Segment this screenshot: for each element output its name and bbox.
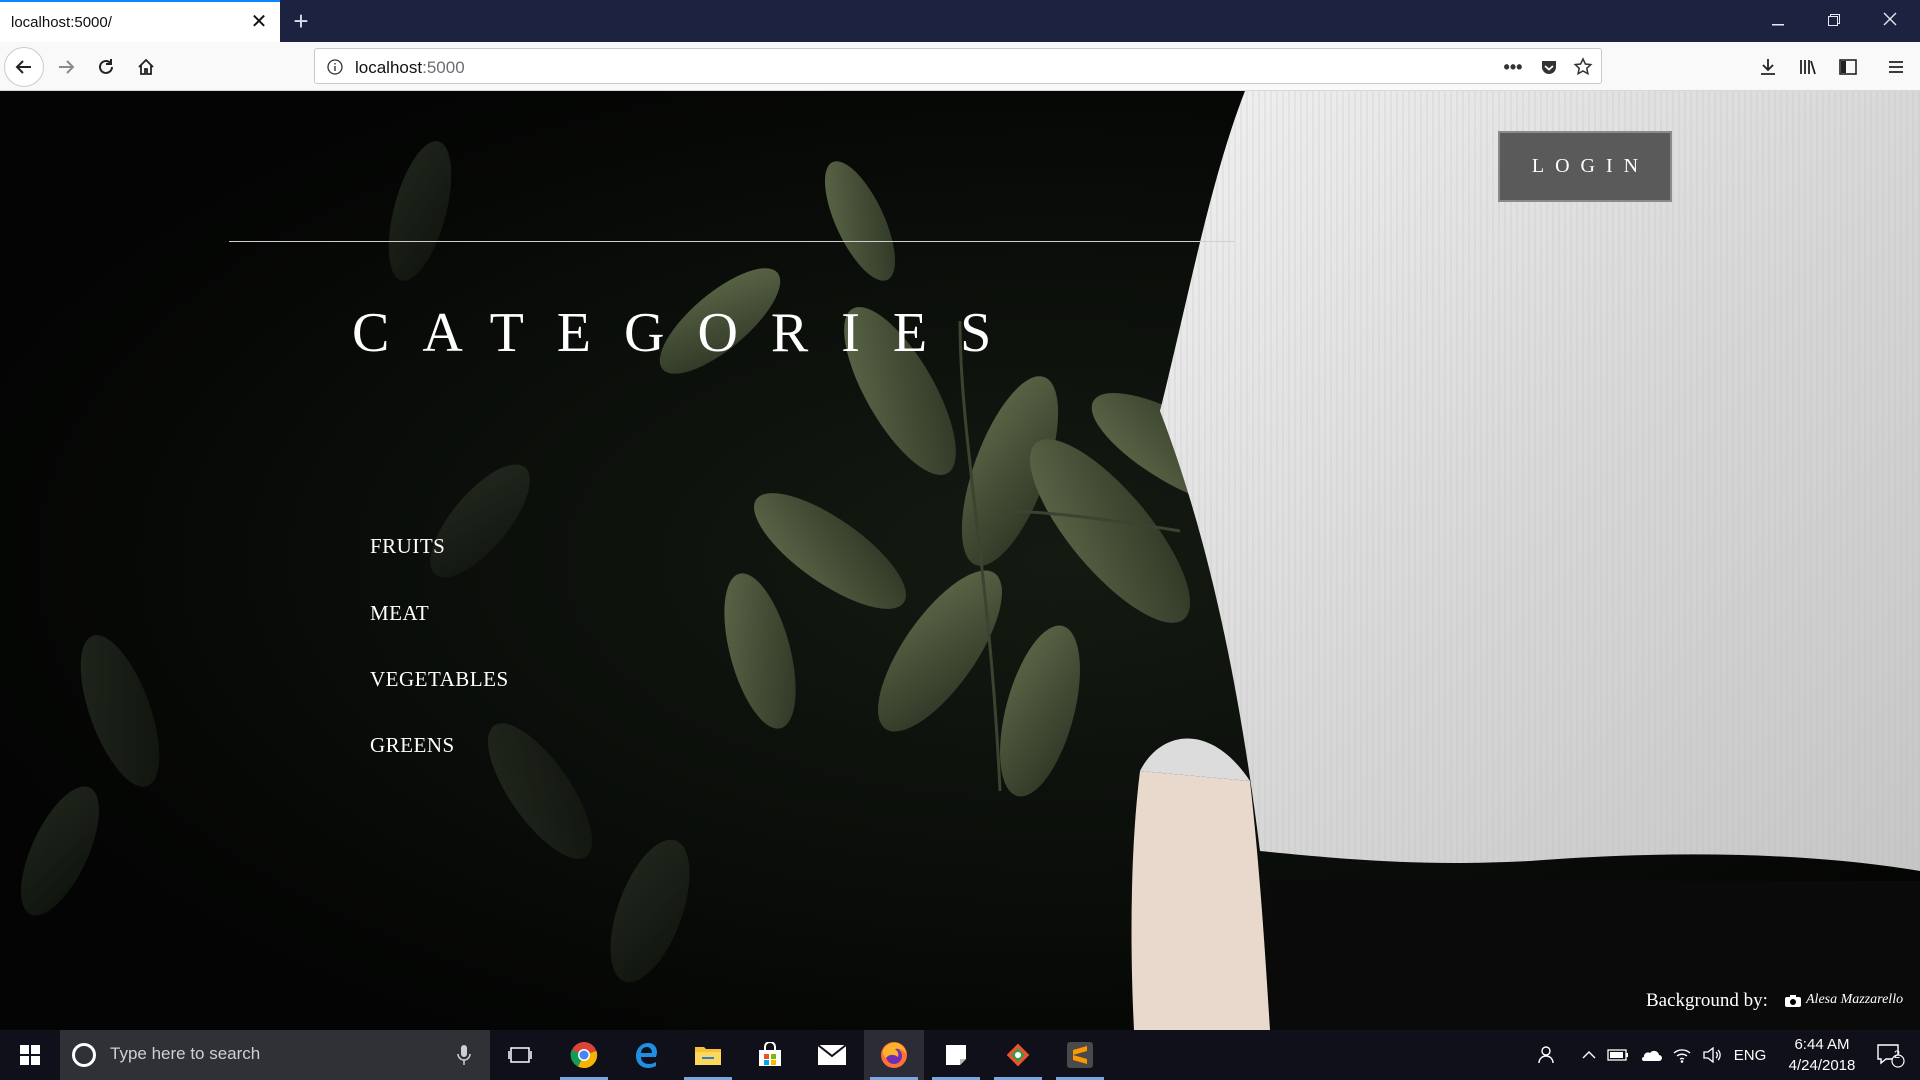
page-actions-icon[interactable]: ••• — [1501, 56, 1525, 78]
page-title: CATEGORIES — [352, 302, 1025, 364]
windows-taskbar: Type here to search ENG 6:44 AM 4/24/201… — [0, 1030, 1920, 1080]
category-link-meat[interactable]: MEAT — [370, 601, 429, 626]
page-viewport: CATEGORIES FRUITS MEAT VEGETABLES GREENS… — [0, 91, 1920, 1030]
menu-icon[interactable] — [1876, 47, 1916, 87]
cortana-icon[interactable] — [72, 1043, 96, 1067]
microphone-icon[interactable] — [456, 1043, 472, 1067]
background-credit-name[interactable]: Alesa Mazzarello — [1806, 992, 1903, 1008]
search-placeholder: Type here to search — [110, 1044, 261, 1063]
git-icon[interactable] — [988, 1030, 1048, 1080]
category-link-fruits[interactable]: FRUITS — [370, 534, 445, 559]
title-divider — [229, 241, 1234, 242]
category-link-vegetables[interactable]: VEGETABLES — [370, 667, 509, 692]
chrome-icon[interactable] — [554, 1030, 614, 1080]
home-icon[interactable] — [126, 47, 166, 87]
downloads-icon[interactable] — [1748, 47, 1788, 87]
tab-title: localhost:5000/ — [11, 14, 112, 31]
category-link-greens[interactable]: GREENS — [370, 733, 455, 758]
library-icon[interactable] — [1788, 47, 1828, 87]
camera-icon — [1785, 995, 1801, 1007]
volume-icon[interactable] — [1698, 1030, 1726, 1080]
url-port: :5000 — [422, 58, 465, 77]
windows-start-icon[interactable] — [0, 1030, 60, 1080]
sublime-text-icon[interactable] — [1050, 1030, 1110, 1080]
url-bar[interactable]: localhost:5000 ••• — [314, 48, 1602, 84]
background-credit-label: Background by: — [1646, 990, 1768, 1011]
taskbar-clock[interactable]: 6:44 AM 4/24/2018 — [1780, 1034, 1864, 1076]
firefox-icon[interactable] — [864, 1030, 924, 1080]
sidebar-icon[interactable] — [1828, 47, 1868, 87]
pocket-icon[interactable] — [1537, 56, 1561, 78]
store-icon[interactable] — [740, 1030, 800, 1080]
tray-chevron-up-icon[interactable] — [1576, 1030, 1602, 1080]
restore-icon[interactable] — [1806, 0, 1862, 42]
task-view-icon[interactable] — [490, 1030, 550, 1080]
minimize-icon[interactable] — [1750, 0, 1806, 42]
background-sweater-image — [1131, 91, 1920, 1030]
notification-count: 2 — [1894, 1049, 1901, 1061]
onedrive-icon[interactable] — [1636, 1030, 1664, 1080]
file-explorer-icon[interactable] — [678, 1030, 738, 1080]
bookmark-star-icon[interactable] — [1571, 56, 1595, 78]
reload-icon[interactable] — [86, 47, 126, 87]
site-info-icon[interactable] — [323, 56, 347, 78]
new-tab-icon[interactable]: + — [285, 6, 317, 36]
browser-tab[interactable]: localhost:5000/ ✕ — [0, 0, 280, 42]
taskbar-search-box[interactable]: Type here to search — [60, 1030, 490, 1080]
back-icon[interactable] — [4, 47, 44, 87]
close-window-icon[interactable] — [1862, 0, 1918, 42]
close-tab-icon[interactable]: ✕ — [248, 11, 270, 33]
people-icon[interactable] — [1530, 1030, 1564, 1080]
browser-tab-bar: localhost:5000/ ✕ + — [0, 0, 1920, 42]
browser-toolbar: localhost:5000 ••• — [0, 42, 1920, 91]
login-button[interactable]: LOGIN — [1498, 131, 1672, 202]
sticky-notes-icon[interactable] — [926, 1030, 986, 1080]
wifi-icon[interactable] — [1668, 1030, 1696, 1080]
language-indicator[interactable]: ENG — [1730, 1030, 1770, 1080]
url-host: localhost — [355, 58, 423, 77]
url-text: localhost:5000 — [355, 58, 465, 78]
battery-icon[interactable] — [1604, 1030, 1632, 1080]
clock-time: 6:44 AM — [1794, 1036, 1850, 1053]
clock-date: 4/24/2018 — [1788, 1057, 1856, 1074]
forward-icon[interactable] — [46, 47, 86, 87]
edge-icon[interactable] — [616, 1030, 676, 1080]
mail-icon[interactable] — [802, 1030, 862, 1080]
action-center-icon[interactable]: 2 — [1866, 1030, 1916, 1080]
